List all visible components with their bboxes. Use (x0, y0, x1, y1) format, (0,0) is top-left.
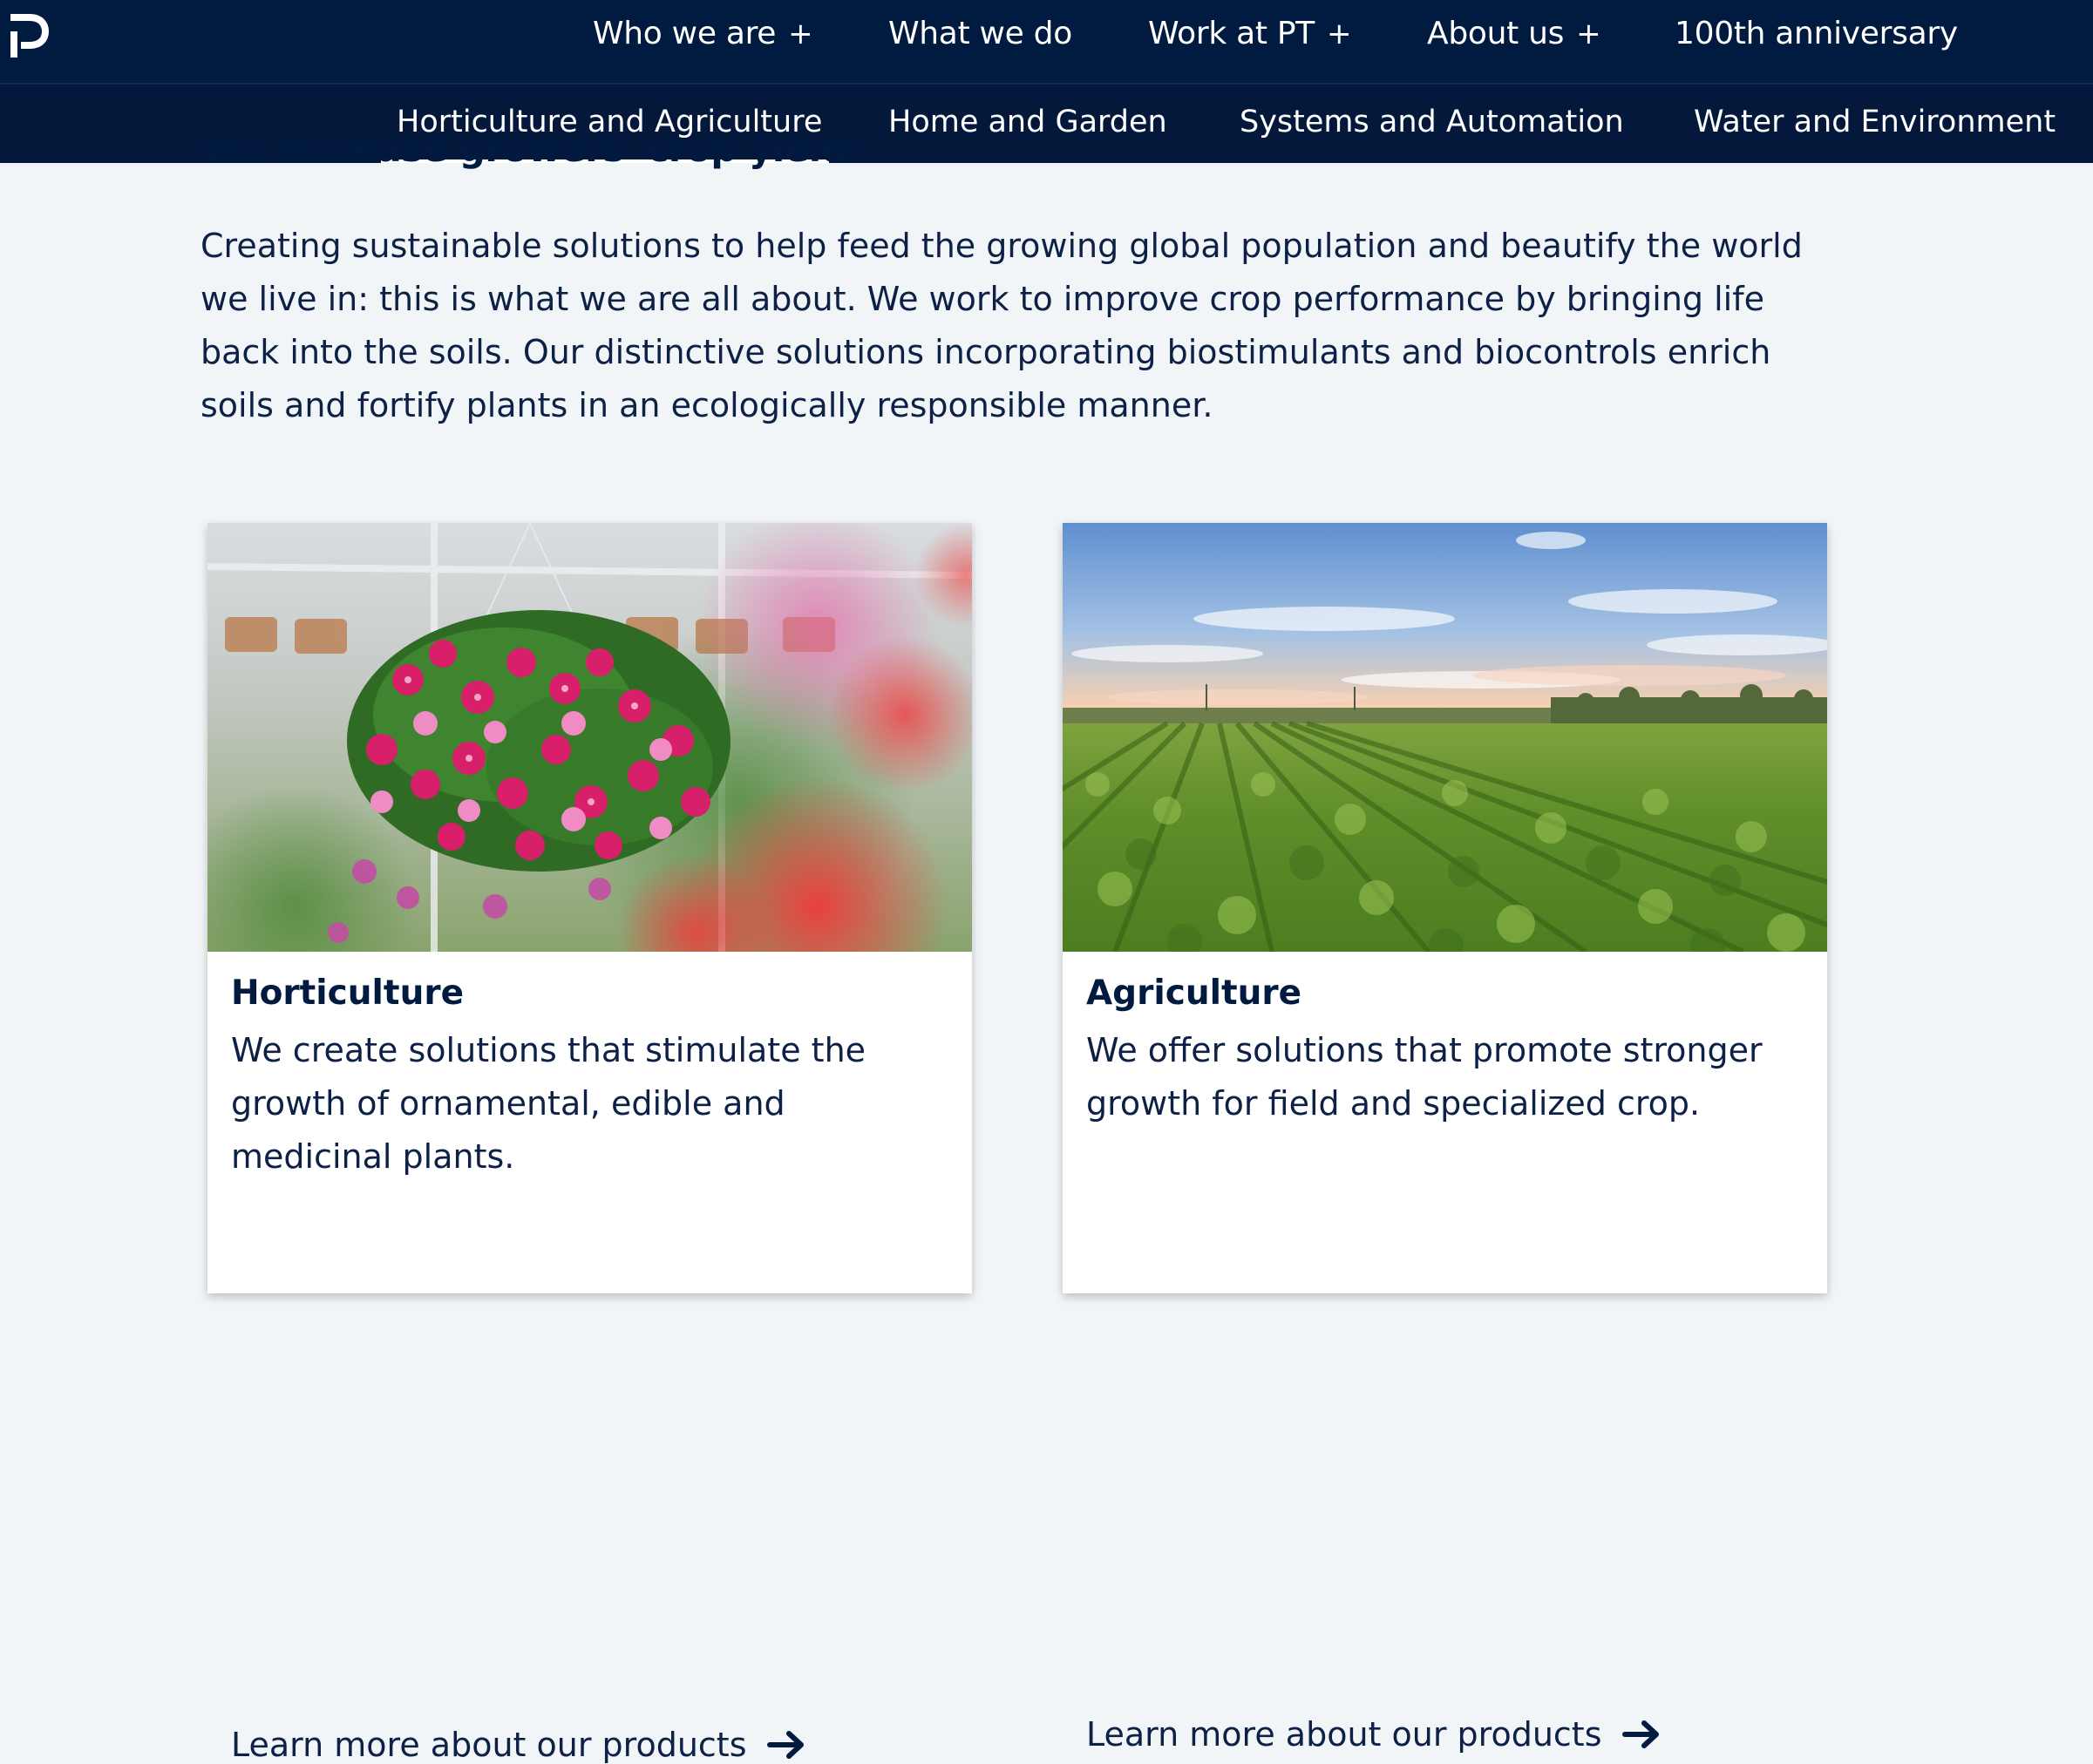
learn-more-link[interactable]: Learn more about our products (231, 1726, 808, 1764)
plus-icon: + (788, 17, 813, 51)
nav-item-label: About us (1427, 16, 1565, 51)
learn-more-link[interactable]: Learn more about our products (1086, 1715, 1663, 1754)
card-description: We offer solutions that promote stronger… (1086, 1031, 1763, 1123)
nav-item-label: Who we are (593, 16, 777, 51)
card-title: Agriculture (1086, 974, 1302, 1013)
nav-item-label: Work at PT (1148, 16, 1315, 51)
top-navigation: Who we are + What we do Work at PT + About… (0, 0, 2093, 83)
card-description: We create solutions that stimulate the g… (231, 1031, 866, 1176)
link-label: Learn more about our products (1086, 1715, 1602, 1754)
nav-item-100th-anniversary[interactable]: 100th anniversary (1675, 12, 1958, 56)
arrow-right-icon (1621, 1720, 1659, 1748)
subnav-item-systems-automation[interactable]: Systems and Automation (1240, 100, 1624, 144)
section-heading: We increase growers' crop yields (200, 139, 854, 183)
section-heading-text: We increase growers' crop yields (200, 139, 854, 170)
plus-icon: + (1576, 17, 1601, 51)
subnav-item-water-environment[interactable]: Water and Environment (1694, 100, 2056, 144)
link-label: Learn more about our products (231, 1726, 747, 1764)
plus-icon: + (1326, 17, 1352, 51)
nav-item-who-we-are[interactable]: Who we are + (593, 12, 813, 56)
subnav-item-home-garden[interactable]: Home and Garden (888, 100, 1167, 144)
nav-item-what-we-do[interactable]: What we do (888, 12, 1072, 56)
nav-item-work-at-pt[interactable]: Work at PT + (1148, 12, 1351, 56)
subnav-item-horticulture-agriculture[interactable]: Horticulture and Agriculture (397, 100, 822, 144)
card-horticulture: Horticulture We create solutions that st… (207, 523, 972, 1764)
arrow-right-icon (766, 1731, 804, 1759)
logo-icon[interactable] (7, 10, 52, 58)
card-agriculture: Agriculture We offer solutions that prom… (1063, 523, 1827, 1754)
hanging-flower-basket-photo (207, 523, 972, 952)
intro-paragraph: Creating sustainable solutions to help f… (200, 227, 1803, 424)
crop-field-photo (1063, 523, 1827, 952)
nav-item-label: 100th anniversary (1675, 16, 1958, 51)
nav-item-about-us[interactable]: About us + (1427, 12, 1601, 56)
card-title: Horticulture (231, 974, 465, 1013)
nav-item-label: What we do (888, 16, 1072, 51)
